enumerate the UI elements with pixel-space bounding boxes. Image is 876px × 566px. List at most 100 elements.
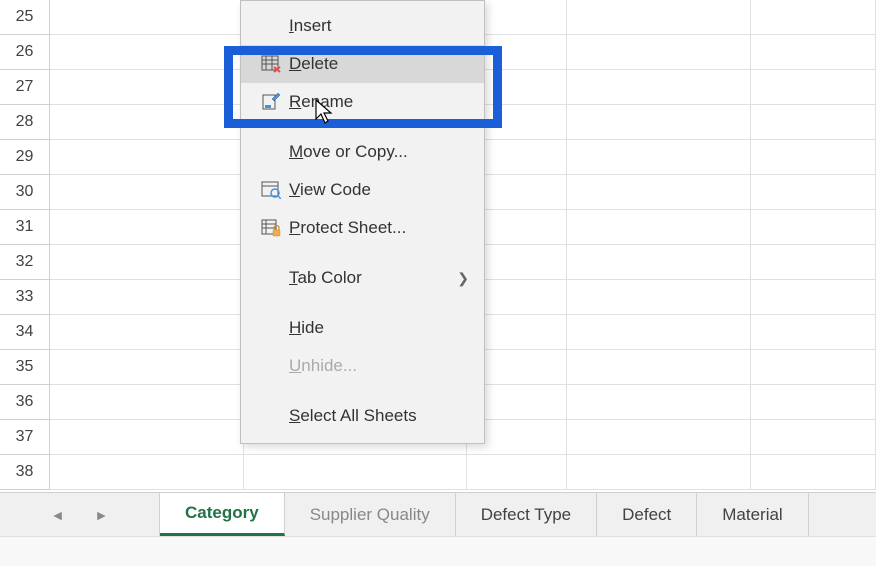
cells-row (50, 455, 876, 490)
row-header[interactable]: 32 (0, 245, 50, 280)
sheet-tab-defect-type[interactable]: Defect Type (456, 493, 597, 536)
cell[interactable] (751, 0, 876, 35)
cell[interactable] (751, 385, 876, 420)
cell[interactable] (567, 35, 751, 70)
protect-sheet-icon (261, 219, 289, 237)
sheet-tab-label: Material (722, 505, 782, 525)
cell[interactable] (50, 0, 244, 35)
cell[interactable] (751, 455, 876, 490)
menu-move-copy[interactable]: Move or Copy... (241, 133, 484, 171)
cell[interactable] (567, 315, 751, 350)
row-header[interactable]: 34 (0, 315, 50, 350)
cell[interactable] (567, 210, 751, 245)
cell[interactable] (567, 350, 751, 385)
menu-label-rest: rotect Sheet... (300, 218, 406, 237)
row-header[interactable]: 37 (0, 420, 50, 455)
cell[interactable] (751, 210, 876, 245)
cell[interactable] (751, 35, 876, 70)
sheet-tab-label: Defect Type (481, 505, 571, 525)
menu-select-all-sheets[interactable]: Select All Sheets (241, 397, 484, 435)
delete-sheet-icon (261, 55, 289, 73)
cell[interactable] (751, 175, 876, 210)
cell[interactable] (567, 385, 751, 420)
status-bar (0, 536, 876, 566)
cell[interactable] (50, 420, 244, 455)
menu-label-rest: ove or Copy... (303, 142, 408, 161)
cell[interactable] (751, 70, 876, 105)
cell[interactable] (751, 350, 876, 385)
menu-label-rest: ide (301, 318, 324, 337)
rename-icon (261, 93, 289, 111)
sheet-context-menu: Insert Delete Rename Move or Copy (240, 0, 485, 444)
cell[interactable] (567, 245, 751, 280)
cell[interactable] (567, 455, 751, 490)
menu-tab-color[interactable]: Tab Color ❯ (241, 259, 484, 297)
menu-label-rest: nsert (294, 16, 332, 35)
sheet-tab-label: Defect (622, 505, 671, 525)
sheet-tab-bar: ◄ ► Category Supplier Quality Defect Typ… (0, 492, 876, 536)
menu-insert[interactable]: Insert (241, 7, 484, 45)
cell[interactable] (567, 0, 751, 35)
cell[interactable] (50, 455, 244, 490)
cell[interactable] (50, 210, 244, 245)
sheet-tab-material[interactable]: Material (697, 493, 808, 536)
next-sheet-arrow[interactable]: ► (95, 507, 109, 523)
sheet-tab-defect[interactable]: Defect (597, 493, 697, 536)
sheet-nav-arrows: ◄ ► (0, 493, 160, 536)
cell[interactable] (567, 420, 751, 455)
row-header[interactable]: 30 (0, 175, 50, 210)
row-header[interactable]: 28 (0, 105, 50, 140)
row-header[interactable]: 38 (0, 455, 50, 490)
menu-label-rest: iew Code (300, 180, 371, 199)
sheet-tab-label: Supplier Quality (310, 505, 430, 525)
cell[interactable] (567, 140, 751, 175)
cell[interactable] (751, 245, 876, 280)
row-header[interactable]: 25 (0, 0, 50, 35)
cell[interactable] (751, 315, 876, 350)
cell[interactable] (50, 140, 244, 175)
menu-view-code[interactable]: View Code (241, 171, 484, 209)
prev-sheet-arrow[interactable]: ◄ (51, 507, 65, 523)
cell[interactable] (467, 455, 567, 490)
cell[interactable] (50, 315, 244, 350)
cell[interactable] (50, 385, 244, 420)
row-header[interactable]: 31 (0, 210, 50, 245)
sheet-tab-category[interactable]: Category (160, 493, 285, 536)
cell[interactable] (567, 105, 751, 140)
row-header[interactable]: 29 (0, 140, 50, 175)
menu-label-rest: ab Color (298, 268, 362, 287)
row-header[interactable]: 33 (0, 280, 50, 315)
menu-label-rest: elete (301, 54, 338, 73)
cell[interactable] (567, 280, 751, 315)
menu-rename[interactable]: Rename (241, 83, 484, 121)
cell[interactable] (751, 105, 876, 140)
menu-label-rest: nhide... (301, 356, 357, 375)
cell[interactable] (50, 280, 244, 315)
cell[interactable] (567, 70, 751, 105)
cell[interactable] (244, 455, 467, 490)
cell[interactable] (50, 245, 244, 280)
cell[interactable] (751, 420, 876, 455)
cell[interactable] (50, 350, 244, 385)
submenu-arrow-icon: ❯ (457, 270, 469, 287)
cell[interactable] (50, 70, 244, 105)
menu-hide[interactable]: Hide (241, 309, 484, 347)
cell[interactable] (751, 140, 876, 175)
sheet-tab-supplier-quality[interactable]: Supplier Quality (285, 493, 456, 536)
menu-protect-sheet[interactable]: Protect Sheet... (241, 209, 484, 247)
row-header[interactable]: 26 (0, 35, 50, 70)
sheet-tab-label: Category (185, 503, 259, 523)
row-header[interactable]: 27 (0, 70, 50, 105)
row-header[interactable]: 36 (0, 385, 50, 420)
cell[interactable] (50, 175, 244, 210)
row-header[interactable]: 35 (0, 350, 50, 385)
row-headers-column: 2526272829303132333435363738 (0, 0, 50, 490)
cell[interactable] (751, 280, 876, 315)
cell[interactable] (567, 175, 751, 210)
menu-label-rest: ename (301, 92, 353, 111)
menu-delete[interactable]: Delete (241, 45, 484, 83)
menu-unhide: Unhide... (241, 347, 484, 385)
view-code-icon (261, 181, 289, 199)
cell[interactable] (50, 105, 244, 140)
cell[interactable] (50, 35, 244, 70)
